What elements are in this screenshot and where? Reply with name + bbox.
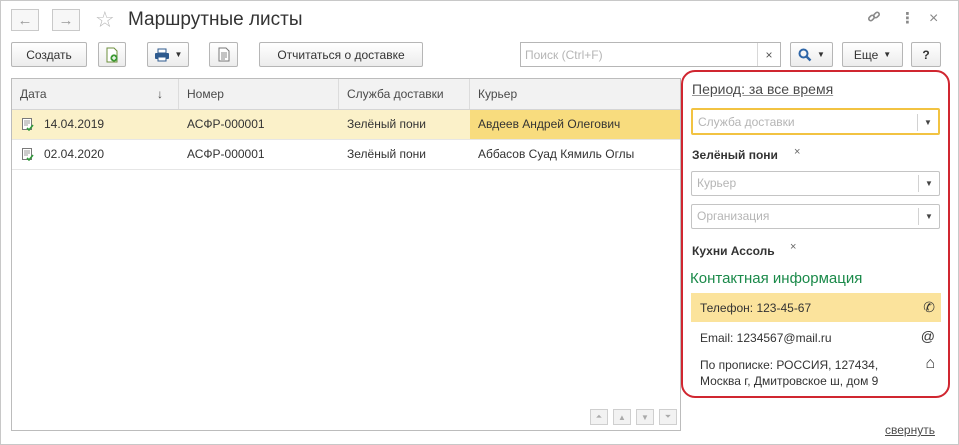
cell-service: Зелёный пони (347, 147, 426, 161)
column-header-label: Дата (20, 87, 47, 101)
chevron-down-icon: ▼ (925, 212, 933, 221)
table-row[interactable]: 14.04.2019 АСФР-000001 Зелёный пони Авде… (12, 110, 680, 140)
column-header-date[interactable]: Дата ↓ (12, 79, 179, 109)
last-page-icon: ⏷ (664, 412, 672, 421)
search-input[interactable] (525, 46, 757, 63)
home-icon: ⌂ (925, 355, 935, 372)
period-link[interactable]: Период: за все время (692, 81, 833, 97)
field-placeholder: Курьер (697, 176, 737, 190)
posted-document-icon (22, 118, 34, 131)
chevron-down-icon: ▼ (925, 179, 933, 188)
chevron-down-icon: ▼ (817, 50, 825, 59)
link-icon[interactable] (867, 10, 881, 29)
search-field[interactable]: × (520, 42, 781, 67)
arrow-right-icon: → (58, 11, 74, 29)
scroll-up-button[interactable]: ▲ (613, 409, 631, 425)
help-button[interactable]: ? (911, 42, 941, 67)
more-button[interactable]: Еще ▼ (842, 42, 903, 67)
remove-service-icon[interactable]: × (794, 146, 800, 158)
copy-add-button[interactable] (98, 42, 126, 67)
table-header: Дата ↓ Номер Служба доставки Курьер (12, 79, 680, 110)
collapse-link[interactable]: свернуть (885, 423, 935, 437)
cell-courier: Авдеев Андрей Олегович (470, 110, 680, 139)
dropdown-button[interactable]: ▼ (917, 114, 938, 131)
chevron-down-icon: ▼ (174, 50, 183, 59)
delivery-service-field[interactable]: Служба доставки ▼ (691, 108, 940, 135)
scroll-down-button[interactable]: ▼ (636, 409, 654, 425)
search-button[interactable]: ▼ (790, 42, 833, 67)
printer-icon (154, 48, 169, 61)
chevron-down-icon: ▼ (924, 118, 932, 127)
column-header-service[interactable]: Служба доставки (339, 79, 470, 109)
chevron-up-icon: ▲ (618, 412, 626, 422)
create-button-label: Создать (26, 47, 72, 62)
route-sheets-table: Дата ↓ Номер Служба доставки Курьер 14.0… (11, 78, 681, 431)
first-page-icon: ⏶ (595, 412, 603, 421)
report-delivery-button[interactable]: Отчитаться о доставке (259, 42, 423, 67)
column-header-label: Курьер (478, 87, 518, 101)
remove-organization-icon[interactable]: × (790, 241, 796, 253)
cell-number: АСФР-000001 (187, 147, 265, 161)
report-button[interactable] (209, 42, 238, 67)
column-header-number[interactable]: Номер (179, 79, 339, 109)
help-icon: ? (922, 47, 930, 62)
posted-document-icon (22, 148, 34, 161)
create-button[interactable]: Создать (11, 42, 87, 67)
chevron-down-icon: ▼ (883, 50, 892, 59)
contact-address[interactable]: По прописке: РОССИЯ, 127434, Москва г, Д… (691, 352, 941, 392)
column-header-courier[interactable]: Курьер (470, 79, 680, 109)
arrow-left-icon: ← (17, 11, 33, 29)
cell-service: Зелёный пони (347, 117, 426, 131)
at-icon: @ (920, 328, 935, 344)
contact-info-heading: Контактная информация (690, 270, 863, 287)
page-title: Маршрутные листы (128, 9, 303, 30)
organization-field[interactable]: Организация ▼ (691, 204, 940, 229)
contact-email[interactable]: Email: 1234567@mail.ru @ (691, 322, 941, 352)
scroll-top-button[interactable]: ⏶ (590, 409, 608, 425)
report-delivery-label: Отчитаться о доставке (277, 47, 405, 62)
contact-text: Email: 1234567@mail.ru (700, 331, 832, 345)
dropdown-button[interactable]: ▼ (918, 208, 939, 225)
cell-courier: Аббасов Суад Кямиль Оглы (478, 147, 635, 161)
column-header-label: Служба доставки (347, 87, 444, 101)
cell-number: АСФР-000001 (187, 117, 265, 131)
scroll-bottom-button[interactable]: ⏷ (659, 409, 677, 425)
close-icon[interactable]: × (929, 10, 938, 28)
field-placeholder: Организация (697, 209, 770, 223)
cell-date: 02.04.2020 (44, 147, 105, 161)
column-header-label: Номер (187, 87, 224, 101)
favorite-star-icon[interactable]: ☆ (95, 7, 115, 33)
document-add-icon (106, 47, 118, 62)
document-list-icon (218, 47, 229, 62)
search-icon (798, 48, 812, 61)
print-button[interactable]: ▼ (147, 42, 189, 67)
clear-icon: × (765, 47, 773, 62)
search-clear-button[interactable]: × (757, 43, 780, 66)
selected-service-value: Зелёный пони (692, 148, 778, 162)
courier-field[interactable]: Курьер ▼ (691, 171, 940, 196)
more-vertical-icon[interactable]: ⋮ (900, 10, 915, 28)
contact-phone[interactable]: Телефон: 123-45-67 ✆ (691, 293, 941, 322)
contact-text: По прописке: РОССИЯ, 127434, Москва г, Д… (700, 358, 879, 388)
sort-arrow-icon: ↓ (157, 87, 163, 101)
field-placeholder: Служба доставки (698, 115, 795, 129)
selected-organization-value: Кухни Ассоль (692, 244, 775, 258)
back-button[interactable]: ← (11, 9, 39, 31)
dropdown-button[interactable]: ▼ (918, 175, 939, 192)
route-sheets-window: ← → ☆ Маршрутные листы ⋮ × Создать ▼ Отч… (0, 0, 959, 445)
forward-button[interactable]: → (52, 9, 80, 31)
chevron-down-icon: ▼ (641, 412, 649, 422)
more-button-label: Еще (853, 47, 879, 62)
cell-date: 14.04.2019 (44, 117, 105, 131)
phone-icon: ✆ (923, 299, 935, 315)
table-row[interactable]: 02.04.2020 АСФР-000001 Зелёный пони Абба… (12, 140, 680, 170)
contact-text: Телефон: 123-45-67 (700, 301, 812, 315)
